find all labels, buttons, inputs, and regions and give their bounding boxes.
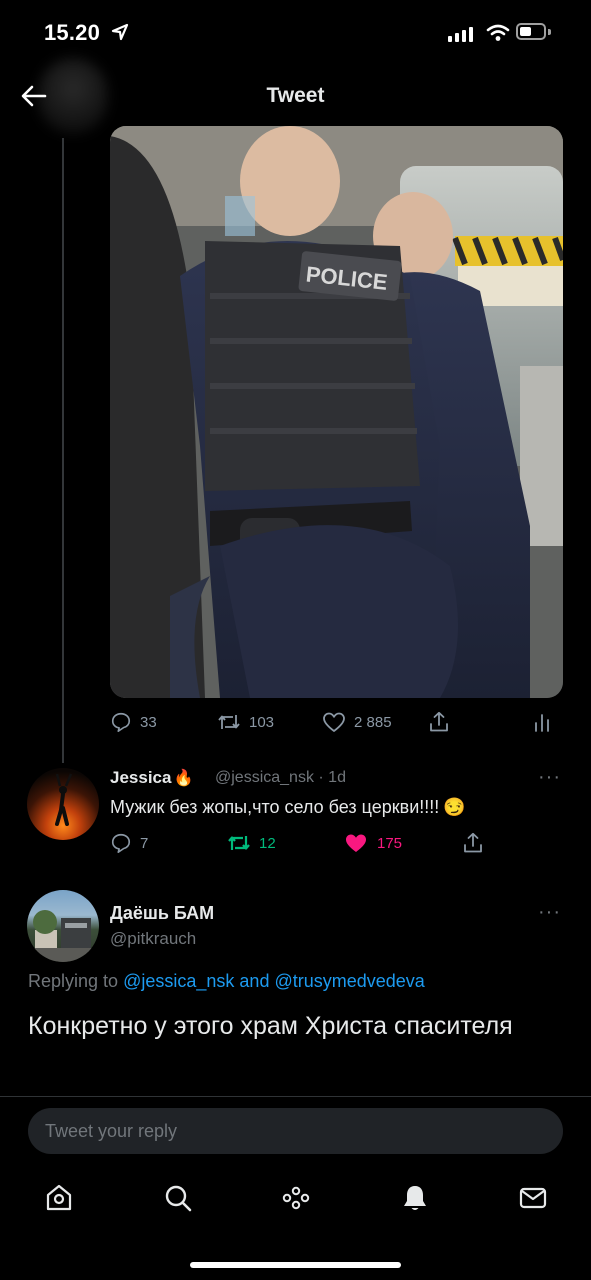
reply-icon [111,833,131,853]
fire-emoji-icon: 🔥 [173,770,194,787]
heart-outline-icon [323,712,345,732]
avatar-pitkrauch[interactable] [27,890,99,962]
like-button[interactable]: 2 885 [322,711,392,733]
retweet-active-icon [228,836,250,850]
reply1-retweet-count: 12 [259,834,276,852]
battery-icon [516,23,546,40]
tab-home[interactable] [39,1178,79,1218]
home-indicator [190,1262,401,1268]
tab-messages[interactable] [513,1178,553,1218]
reply1-like-count: 175 [377,834,403,852]
battery-cap [548,29,551,35]
reply1-share-button[interactable] [462,832,484,854]
analytics-button[interactable] [532,711,552,733]
heart-filled-icon [346,834,366,852]
divider [0,1096,591,1097]
retweet-count: 103 [249,713,275,731]
reply2-text: Конкретно у этого храм Христа спасителя [28,1012,513,1040]
search-icon [165,1185,192,1212]
share-icon [464,832,482,853]
reply1-reply-count: 7 [140,834,149,852]
home-icon [46,1184,72,1211]
tab-notifications[interactable] [395,1178,435,1218]
retweet-icon [218,715,240,729]
replying-prefix: Replying to [28,971,119,991]
reply1-handle[interactable]: @jessica_nsk · 1d [215,769,346,787]
avatar-building-scene [27,910,99,962]
reply1-reply-button[interactable]: 7 [110,832,148,854]
page-title: Tweet [266,84,325,107]
notifications-icon [404,1186,426,1210]
reply1-handle-text: @jessica_nsk [215,769,314,786]
replying-to-line: Replying to @jessica_nsk and @trusymedve… [28,971,425,992]
wifi-icon [486,24,510,41]
location-arrow-icon [111,23,129,41]
smirk-emoji-icon: 😏 [443,797,466,817]
spaces-icon [282,1186,310,1210]
status-time: 15.20 [44,20,101,45]
tweet-reply-input[interactable]: Tweet your reply [28,1108,563,1154]
messages-icon [519,1187,547,1209]
tab-spaces[interactable] [276,1178,316,1218]
reply1-time: · 1d [318,769,346,786]
replying-and: and [239,971,270,991]
share-icon [430,711,448,732]
reply-input-placeholder: Tweet your reply [45,1120,178,1141]
reply1-retweet-button[interactable]: 12 [227,832,276,854]
analytics-icon [535,714,549,732]
main-tweet-actions: 33 103 2 885 [110,708,565,736]
like-count: 2 885 [354,713,392,731]
thread-line [62,138,64,763]
tab-search[interactable] [158,1178,198,1218]
replying-user-link-1[interactable]: @jessica_nsk [123,971,234,991]
reply1-actions: 7 12 175 [110,830,565,856]
signal-icon [448,27,473,42]
reply1-name-text: Jessica [110,768,172,787]
police-photo-illustration: POLICE [110,126,563,698]
avatar-silhouette [55,773,73,826]
reply1-text: Мужик без жопы,что село без церкви!!!! 😏 [110,797,466,818]
reply2-author-name[interactable]: Даёшь БАМ [110,903,214,924]
bottom-tab-bar [0,1178,591,1224]
replying-user-link-2[interactable]: @trusymedvedeva [274,971,424,991]
avatar-jessica[interactable] [27,768,99,840]
reply2-more-button[interactable]: ··· [538,901,561,924]
share-button[interactable] [428,711,450,733]
retweet-button[interactable]: 103 [217,711,274,733]
reply2-handle[interactable]: @pitkrauch [110,929,196,949]
reply1-more-button[interactable]: ··· [538,766,561,789]
reply-count: 33 [140,713,157,731]
tweet-photo[interactable]: POLICE [110,126,563,698]
reply1-text-content: Мужик без жопы,что село без церкви!!!! [110,797,440,817]
reply1-like-button[interactable]: 175 [343,832,402,854]
reply-button[interactable]: 33 [110,711,157,733]
reply-icon [111,712,131,732]
reply1-author-name[interactable]: Jessica 🔥 [110,768,193,788]
